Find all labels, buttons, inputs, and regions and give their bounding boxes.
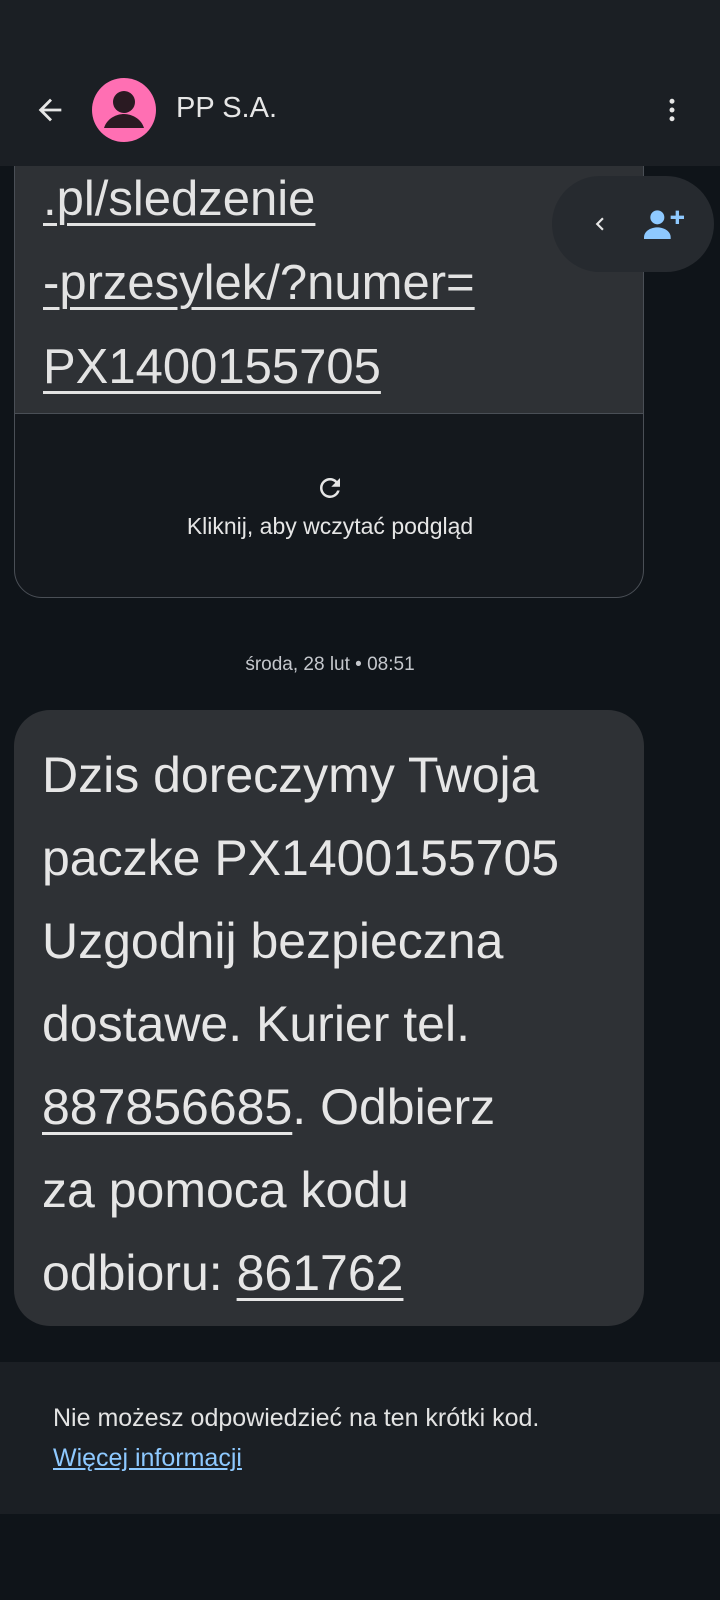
person-icon: [104, 91, 144, 128]
more-info-link[interactable]: Więcej informacji: [53, 1438, 242, 1478]
link-message-card[interactable]: .pl/sledzenie -przesylek/?numer= PX14001…: [14, 166, 644, 598]
collapse-button[interactable]: [580, 204, 620, 244]
person-add-icon: [644, 210, 684, 239]
back-button[interactable]: [26, 86, 74, 134]
contact-actions-pill[interactable]: [552, 176, 714, 272]
load-preview-button[interactable]: Kliknij, aby wczytać podgląd: [15, 413, 643, 597]
message-text-part: Dzis doreczymy Twoja paczke PX1400155705…: [42, 747, 560, 1052]
url-line[interactable]: PX1400155705: [43, 325, 643, 409]
short-code-notice: Nie możesz odpowiedzieć na ten krótki ko…: [0, 1362, 720, 1514]
arrow-left-icon: [38, 98, 62, 122]
message-thread[interactable]: .pl/sledzenie -przesylek/?numer= PX14001…: [0, 166, 720, 1362]
code-link[interactable]: 861762: [237, 1245, 404, 1301]
message-text: Dzis doreczymy Twoja paczke PX1400155705…: [42, 734, 624, 1315]
bottom-area: [0, 1514, 720, 1600]
chevron-left-icon: [595, 217, 604, 231]
url-line[interactable]: -przesylek/?numer=: [43, 241, 643, 325]
message-timestamp: środa, 28 lut • 08:51: [245, 654, 415, 675]
message-bubble[interactable]: Dzis doreczymy Twoja paczke PX1400155705…: [14, 710, 644, 1326]
preview-label: Kliknij, aby wczytać podgląd: [186, 513, 474, 539]
link-message-text[interactable]: .pl/sledzenie -przesylek/?numer= PX14001…: [15, 166, 643, 413]
avatar[interactable]: [92, 78, 156, 142]
status-bar: [0, 0, 720, 56]
refresh-icon: [320, 478, 340, 498]
phone-link[interactable]: 887856685: [42, 1079, 292, 1135]
add-contact-button[interactable]: [640, 202, 688, 246]
contact-name: PP S.A.: [176, 92, 278, 124]
app-bar: PP S.A.: [0, 56, 720, 166]
more-options-button[interactable]: [648, 86, 696, 134]
notice-text: Nie możesz odpowiedzieć na ten krótki ko…: [53, 1404, 540, 1432]
more-vert-icon: [669, 98, 675, 122]
